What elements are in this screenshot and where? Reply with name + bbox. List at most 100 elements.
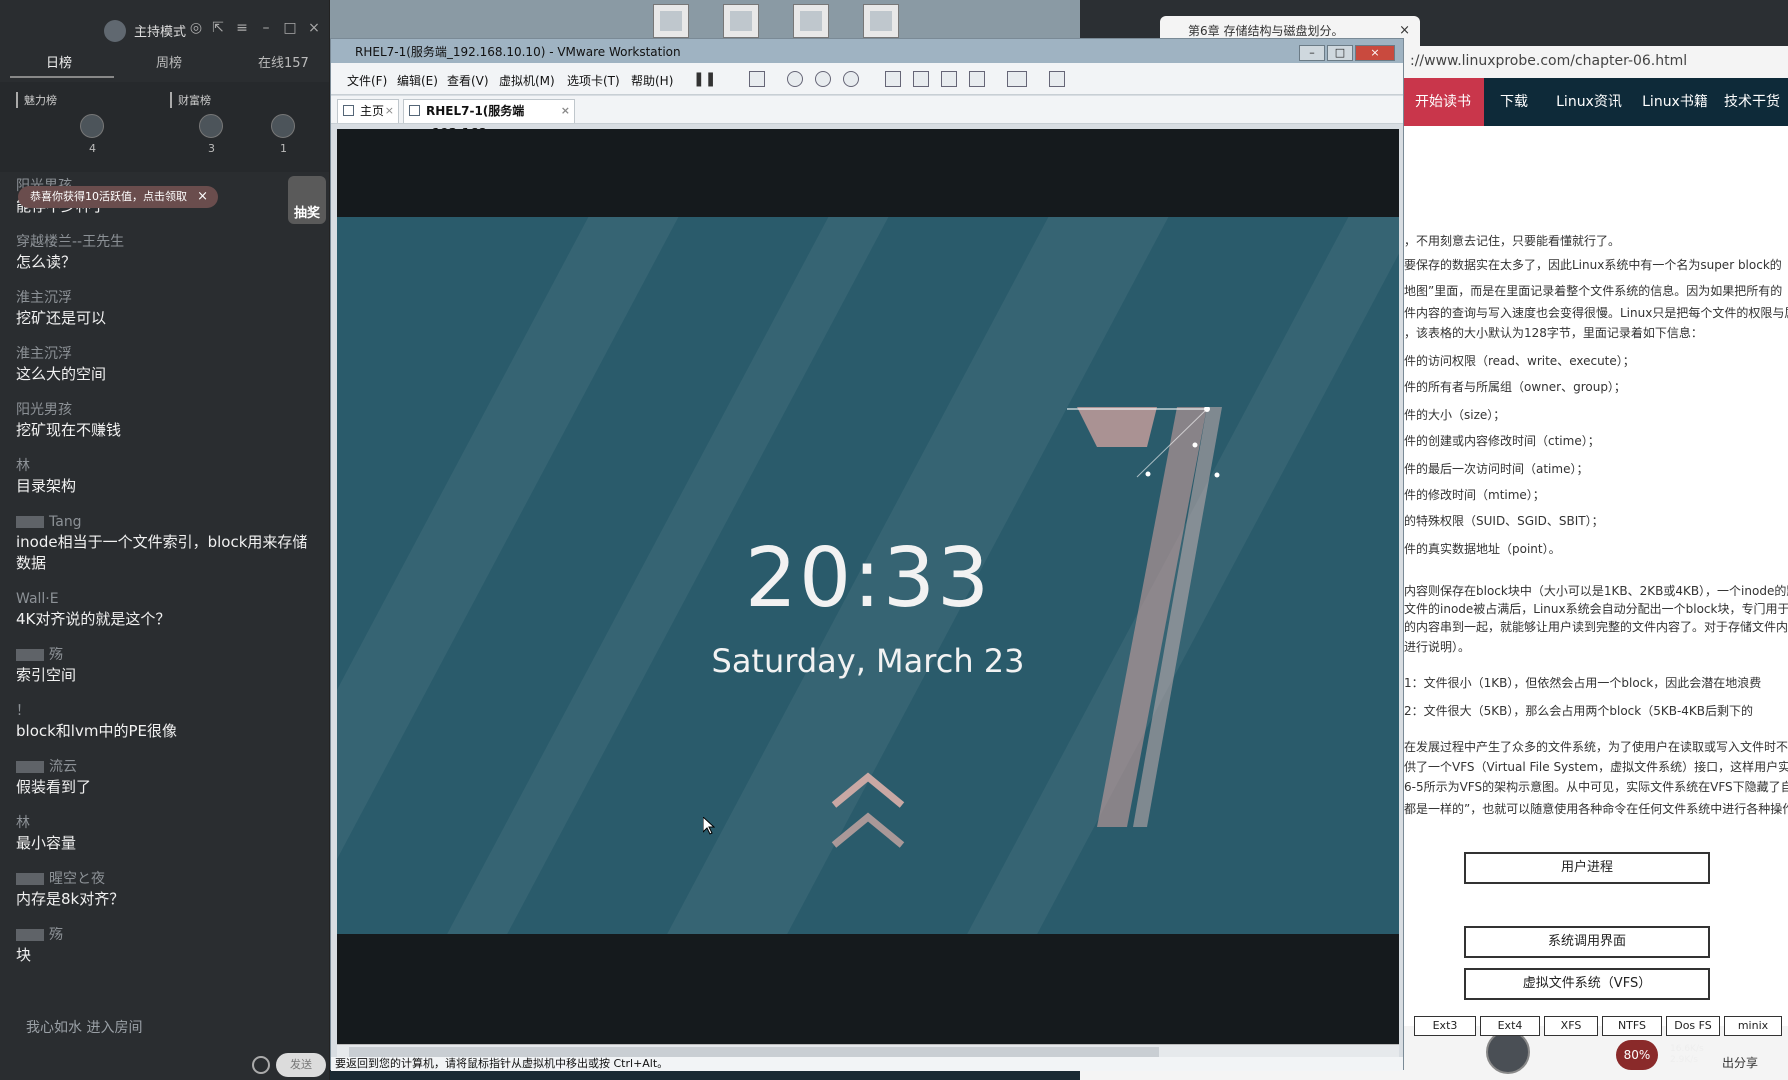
vfs-diagram-box: 用户进程 xyxy=(1464,852,1710,884)
nav-linux-books[interactable]: Linux书籍 xyxy=(1634,78,1716,126)
nav-download[interactable]: 下载 xyxy=(1484,78,1544,126)
minimize-icon[interactable]: – xyxy=(258,20,274,36)
manage-snapshot-icon[interactable] xyxy=(843,71,859,87)
chat-username[interactable]: 穿越楼兰--王先生 xyxy=(16,232,316,252)
nav-tech[interactable]: 技术干货 xyxy=(1716,78,1788,126)
menubar: 文件(F) 编辑(E) 查看(V) 虚拟机(M) 选项卡(T) 帮助(H) ❚❚ xyxy=(331,63,1403,95)
chat-username[interactable]: 殇 xyxy=(16,645,316,665)
chat-text: 怎么读？ xyxy=(16,253,77,271)
chat-username[interactable]: Tang xyxy=(16,512,316,532)
pause-icon[interactable]: ❚❚ xyxy=(693,71,716,87)
charm-rank-label[interactable]: 魅力榜 xyxy=(16,92,57,108)
webcam-avatar xyxy=(1486,1030,1530,1074)
chat-text: inode相当于一个文件索引，block用来存储数据 xyxy=(16,533,308,572)
chat-username[interactable]: Wall·E xyxy=(16,589,316,609)
menu-vm[interactable]: 虚拟机(M) xyxy=(499,72,555,89)
settings-icon[interactable]: ◎ xyxy=(188,20,204,36)
tab-online[interactable]: 在线157 xyxy=(258,52,309,71)
chat-username[interactable]: ！ xyxy=(16,701,316,721)
rank-count: 1 xyxy=(280,142,287,155)
chat-username[interactable]: 林 xyxy=(16,813,316,833)
nav-linux-news[interactable]: Linux资讯 xyxy=(1544,78,1634,126)
rank-avatar[interactable] xyxy=(80,114,104,138)
toast-close-icon[interactable]: × xyxy=(197,186,208,208)
popout-icon[interactable]: ⇱ xyxy=(210,20,226,36)
maximize-icon[interactable]: □ xyxy=(282,20,298,36)
chat-username[interactable]: 淮主沉浮 xyxy=(16,344,316,364)
desktop-file-icon[interactable] xyxy=(723,4,759,38)
chat-username[interactable]: 殇 xyxy=(16,925,316,945)
emoji-icon[interactable] xyxy=(252,1056,270,1074)
horizontal-scrollbar[interactable] xyxy=(337,1044,1399,1058)
chat-username-text: Tang xyxy=(49,514,82,530)
article-line: 2：文件很大（5KB），那么会占用两个block（5KB-4KB后剩下的 xyxy=(1404,704,1754,718)
chat-message: 淮主沉浮 挖矿还是可以 xyxy=(16,288,316,329)
guest-screen[interactable]: root 20:33 Saturday, March 23 xyxy=(337,129,1399,1044)
reward-toast[interactable]: 恭喜你获得10活跃值，点击领取 × xyxy=(18,186,218,208)
rank-count: 3 xyxy=(208,142,215,155)
desktop-file-icon[interactable] xyxy=(793,4,829,38)
tab-home[interactable]: 主页 × xyxy=(337,99,399,123)
library-icon[interactable] xyxy=(885,71,901,87)
site-nav: 开始读书 下载 Linux资讯 Linux书籍 技术干货 xyxy=(1402,78,1788,126)
restore-snapshot-icon[interactable] xyxy=(815,71,831,87)
chat-username[interactable]: 流云 xyxy=(16,757,316,777)
close-icon[interactable]: × xyxy=(1355,45,1395,61)
stream-titlebar: 主持模式 ◎ ⇱ ≡ – □ × xyxy=(0,0,329,42)
chat-message: 殇索引空间 xyxy=(16,645,316,686)
rank-avatar[interactable] xyxy=(199,114,223,138)
maximize-icon[interactable]: □ xyxy=(1327,45,1353,61)
rank-tabs: 日榜 周榜 在线157 xyxy=(0,52,329,76)
close-icon[interactable]: × xyxy=(306,20,322,36)
share-button[interactable]: 出分享 xyxy=(1722,1054,1758,1071)
chat-username-text: Wall·E xyxy=(16,591,59,607)
menu-icon[interactable]: ≡ xyxy=(234,20,250,36)
article-body: ，不用刻意去记住，只要能看懂就行了。 要保存的数据实在太多了，因此Linux系统中… xyxy=(1402,126,1788,1026)
menu-edit[interactable]: 编辑(E) xyxy=(397,72,438,89)
tab-vm[interactable]: RHEL7-1(服务端_192.168.... × xyxy=(403,99,575,140)
tab-weekly[interactable]: 周榜 xyxy=(156,52,182,71)
scrollbar-thumb[interactable] xyxy=(349,1047,1159,1057)
chat-list: 阳光男孩能存不少种子穿越楼兰--王先生怎么读？淮主沉浮挖矿还是可以淮主沉浮这么大… xyxy=(16,176,316,981)
chat-text: 内存是8k对齐？ xyxy=(16,890,125,908)
article-line: 内容则保存在block块中（大小可以是1KB、2KB或4KB），一个inode的… xyxy=(1404,584,1788,598)
filesystem-cell: XFS xyxy=(1544,1016,1598,1036)
article-line: ，该表格的大小默认为128字节，里面记录着如下信息： xyxy=(1404,326,1703,340)
lottery-button[interactable]: 抽奖 xyxy=(288,176,326,224)
article-line: 的特殊权限（SUID、SGID、SBIT）； xyxy=(1404,514,1604,528)
console-icon[interactable] xyxy=(1007,71,1027,87)
desktop-file-icon[interactable] xyxy=(863,4,899,38)
menu-tabs[interactable]: 选项卡(T) xyxy=(567,72,620,89)
home-icon xyxy=(343,105,354,116)
vm-icon xyxy=(409,105,420,116)
thumbnail-icon[interactable] xyxy=(913,71,929,87)
tab-close-icon[interactable]: × xyxy=(561,100,570,122)
chat-text: 最小容量 xyxy=(16,834,77,852)
tab-daily[interactable]: 日榜 xyxy=(46,52,72,71)
stretch-icon[interactable] xyxy=(1049,71,1065,87)
send-keys-icon[interactable] xyxy=(749,71,765,87)
menu-help[interactable]: 帮助(H) xyxy=(631,72,673,89)
fullscreen-icon[interactable] xyxy=(941,71,957,87)
menu-view[interactable]: 查看(V) xyxy=(447,72,489,89)
wealth-rank-label[interactable]: 财富榜 xyxy=(170,92,211,108)
chat-text: 挖矿还是可以 xyxy=(16,309,107,327)
unity-icon[interactable] xyxy=(969,71,985,87)
unlock-chevron-icon[interactable] xyxy=(828,769,908,859)
send-button[interactable]: 发送 xyxy=(276,1053,326,1077)
chat-username[interactable]: 林 xyxy=(16,456,316,476)
menu-file[interactable]: 文件(F) xyxy=(347,72,387,89)
desktop-file-icon[interactable] xyxy=(653,4,689,38)
article-line: 件的修改时间（mtime）； xyxy=(1404,488,1545,502)
snapshot-icon[interactable] xyxy=(787,71,803,87)
tab-close-icon[interactable]: × xyxy=(385,100,394,122)
chat-message: 暒空と夜 内存是8k对齐？ xyxy=(16,869,316,910)
chat-username[interactable]: 淮主沉浮 xyxy=(16,288,316,308)
host-avatar[interactable] xyxy=(104,20,126,42)
rank-avatar[interactable] xyxy=(271,114,295,138)
chat-username[interactable]: 阳光男孩 xyxy=(16,400,316,420)
nav-start-reading[interactable]: 开始读书 xyxy=(1402,78,1484,126)
chat-username-text: 淮主沉浮 xyxy=(16,346,72,362)
minimize-icon[interactable]: – xyxy=(1299,45,1325,61)
chat-username[interactable]: 暒空と夜 xyxy=(16,869,316,889)
